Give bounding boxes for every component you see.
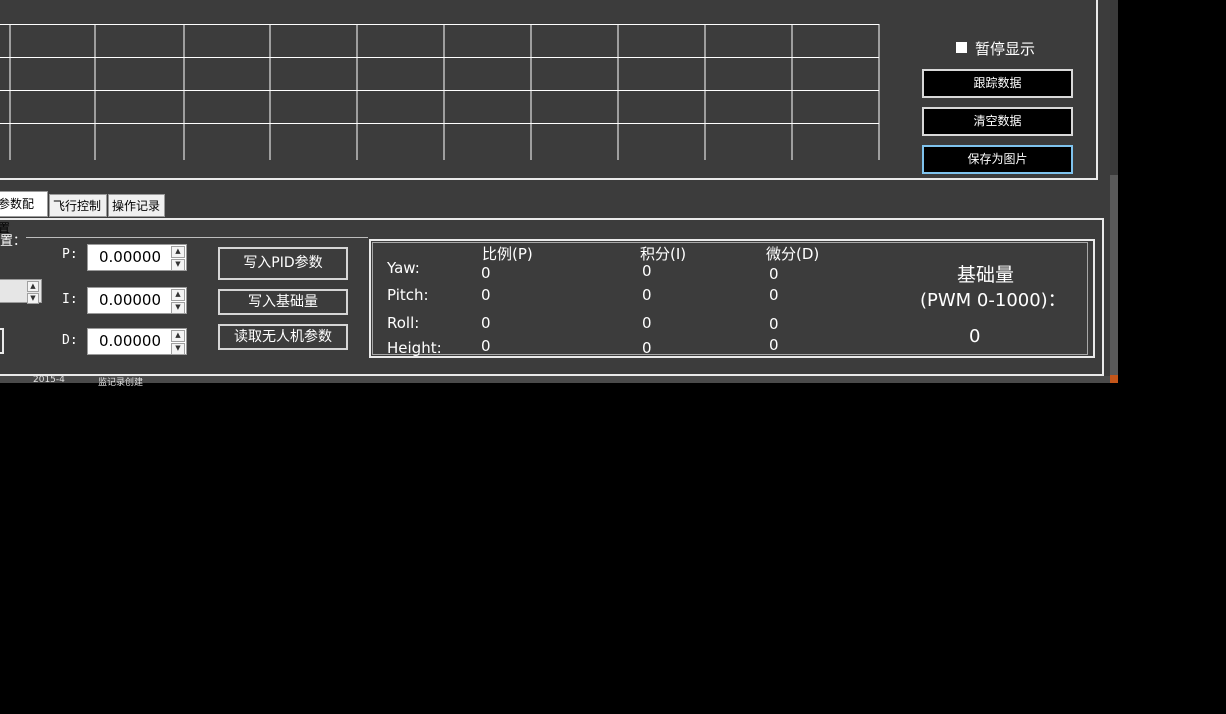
config-group-label: 置： [0, 234, 27, 249]
roll-d: 0 [769, 315, 779, 333]
i-down-icon[interactable]: ▼ [171, 302, 185, 314]
d-value[interactable]: 0.00000 [88, 329, 172, 354]
roll-i: 0 [642, 314, 652, 332]
height-d: 0 [769, 336, 779, 354]
edge-strip [1110, 175, 1118, 375]
group-divider [26, 237, 368, 238]
yaw-p: 0 [481, 264, 491, 282]
p-value-stepper[interactable]: 0.00000 ▲ ▼ [87, 244, 187, 271]
pitch-i: 0 [642, 286, 652, 304]
height-i: 0 [642, 339, 652, 357]
clear-data-button[interactable]: 清空数据 [922, 107, 1073, 136]
d-label: D: [62, 333, 78, 348]
pause-display-checkbox[interactable] [956, 42, 967, 53]
p-label: P: [62, 247, 78, 262]
row-label-height: Height: [387, 339, 442, 357]
i-up-icon[interactable]: ▲ [171, 289, 185, 301]
base-amount-title: 基础量 [957, 264, 1015, 286]
roll-p: 0 [481, 314, 491, 332]
d-up-icon[interactable]: ▲ [171, 330, 185, 342]
left-stepper[interactable]: ▲ ▼ [0, 279, 42, 304]
height-p: 0 [481, 337, 491, 355]
base-amount-range: (PWM 0-1000)： [920, 290, 1066, 311]
row-label-yaw: Yaw: [387, 259, 420, 277]
yaw-i: 0 [642, 262, 652, 280]
app-window: 暂停显示 跟踪数据 清空数据 保存为图片 参数配置 飞行控制 操作记录 置： ▲… [0, 0, 1110, 388]
row-label-roll: Roll: [387, 314, 420, 332]
data-chart-grid [0, 24, 880, 160]
pitch-d: 0 [769, 286, 779, 304]
p-up-icon[interactable]: ▲ [171, 246, 185, 258]
row-label-pitch: Pitch: [387, 286, 429, 304]
header-integral: 积分(I) [640, 245, 687, 263]
window-edge [1110, 0, 1118, 383]
taskbar: 2015-4 监记录创建 [0, 375, 1110, 388]
left-control-box[interactable] [0, 328, 4, 354]
save-image-button[interactable]: 保存为图片 [922, 145, 1073, 174]
write-pid-button[interactable]: 写入PID参数 [218, 247, 348, 280]
edge-cap [1110, 375, 1118, 383]
p-down-icon[interactable]: ▼ [171, 259, 185, 271]
stepper-down-icon[interactable]: ▼ [27, 293, 39, 304]
pitch-p: 0 [481, 286, 491, 304]
write-base-button[interactable]: 写入基础量 [218, 289, 348, 315]
pause-display-label: 暂停显示 [975, 40, 1036, 58]
d-value-stepper[interactable]: 0.00000 ▲ ▼ [87, 328, 187, 355]
tab-flight-control[interactable]: 飞行控制 [49, 194, 107, 217]
i-value-stepper[interactable]: 0.00000 ▲ ▼ [87, 287, 187, 314]
p-value[interactable]: 0.00000 [88, 245, 172, 270]
read-drone-params-button[interactable]: 读取无人机参数 [218, 324, 348, 350]
yaw-d: 0 [769, 265, 779, 283]
d-down-icon[interactable]: ▼ [171, 343, 185, 355]
tab-parameter-config[interactable]: 参数配置 [0, 191, 48, 235]
header-proportional: 比例(P) [482, 245, 533, 263]
header-derivative: 微分(D) [766, 245, 820, 263]
base-amount-value: 0 [969, 326, 981, 347]
taskbar-item[interactable]: 监记录创建 [98, 375, 143, 388]
tab-operation-log[interactable]: 操作记录 [108, 194, 165, 217]
track-data-button[interactable]: 跟踪数据 [922, 69, 1073, 98]
i-value[interactable]: 0.00000 [88, 288, 172, 313]
stepper-up-icon[interactable]: ▲ [27, 281, 39, 292]
i-label: I: [62, 292, 78, 307]
taskbar-item[interactable]: 2015-4 [33, 375, 65, 385]
